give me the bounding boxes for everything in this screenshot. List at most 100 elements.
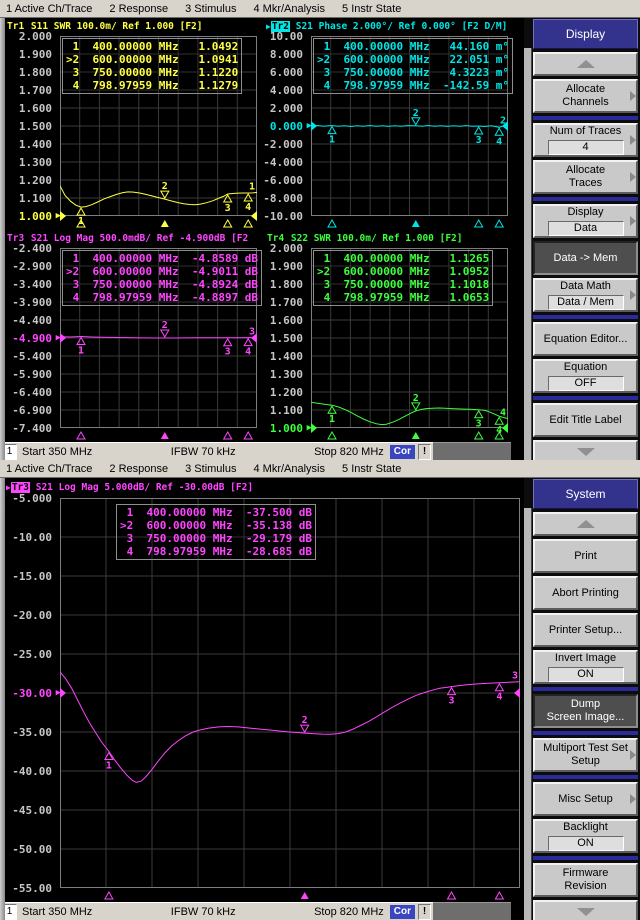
y-axis-ticks: 10.00 8.000 6.000 4.000 2.000 0.000 ▶ -2.000 -4.… bbox=[257, 30, 312, 230]
y-tick-label: 1.300 bbox=[18, 155, 52, 169]
scroll-down-icon bbox=[576, 448, 595, 456]
stop-frequency-label: Stop 820 MHz bbox=[314, 445, 384, 458]
softkey-scroll-down-button[interactable] bbox=[533, 900, 638, 920]
y-tick-label: 1.600 bbox=[18, 101, 52, 115]
y-tick-label: -5.000 bbox=[12, 491, 52, 505]
menu-item-4-mkr-analysis[interactable]: 4 Mkr/Analysis bbox=[253, 463, 325, 475]
status-row-bottom: 1 Start 350 MHz IFBW 70 kHz Stop 820 MHz Cor… bbox=[0, 902, 524, 920]
menu-item-5-instr-state[interactable]: 5 Instr State bbox=[342, 463, 401, 475]
y-tick-label: 0.000 ▶ bbox=[269, 119, 312, 133]
y-tick-label: -3.900 bbox=[12, 295, 52, 309]
svg-text:1: 1 bbox=[78, 216, 84, 227]
ifbw-label: IFBW 70 kHz bbox=[170, 445, 236, 458]
stop-frequency-label: Stop 820 MHz bbox=[314, 905, 384, 918]
softkey-equation[interactable]: Equation OFF bbox=[533, 359, 638, 393]
marker-row-1: 1 400.00000 MHz -37.500 dB bbox=[120, 506, 313, 519]
svg-text:3: 3 bbox=[448, 696, 454, 707]
status-row-top: 1 Start 350 MHz IFBW 70 kHz Stop 820 MHz Cor… bbox=[0, 442, 524, 460]
y-tick-label: -20.00 bbox=[12, 608, 52, 622]
y-tick-label: 1.900 bbox=[18, 47, 52, 61]
y-tick-label: -40.00 bbox=[12, 764, 52, 778]
alert-indicator: ! bbox=[418, 443, 432, 460]
y-tick-label: 4.000 bbox=[269, 83, 303, 97]
marker-table: 1 400.00000 MHz -4.8589 dB >2 600.00000 M… bbox=[62, 250, 263, 306]
y-axis-ticks: 2.000 1.900 1.800 1.700 1.600 1.500 1.400 1.300… bbox=[6, 30, 61, 230]
marker-row-1: 1 400.00000 MHz 1.0492 bbox=[66, 40, 239, 53]
y-tick-label: 1.100 bbox=[18, 191, 52, 205]
softkey-dump-screen-image[interactable]: Dump Screen Image... bbox=[533, 694, 638, 728]
svg-text:3: 3 bbox=[476, 135, 482, 146]
softkey-print[interactable]: Print bbox=[533, 539, 638, 573]
softkey-display[interactable]: Display Data bbox=[533, 204, 638, 238]
softkey-separator bbox=[533, 116, 638, 120]
plot-area: 1 2 3 4 1 1 400.00000 MHz 1.0492 >2 600.00000… bbox=[60, 34, 257, 230]
marker-row-1: 1 400.00000 MHz -4.8589 dB bbox=[66, 252, 259, 265]
softkey-menu-system: System Print Abort Printing Printer Setup..… bbox=[524, 478, 640, 920]
lcd-screen-top: Tr1 S11 SWR 100.0m/ Ref 1.000 [F2] ▶Tr2 … bbox=[0, 18, 524, 460]
y-tick-label: -15.00 bbox=[12, 569, 52, 583]
y-tick-label: 1.200 bbox=[18, 173, 52, 187]
y-tick-label: 1.000 ▶ bbox=[269, 421, 312, 435]
menu-item-3-stimulus[interactable]: 3 Stimulus bbox=[185, 463, 236, 475]
softkey-scroll-up-button[interactable] bbox=[533, 512, 638, 536]
bottom-body: ▶Tr3 S21 Log Mag 5.000dB/ Ref -30.00dB [… bbox=[0, 478, 640, 920]
y-tick-label: 1.000 ▶ bbox=[18, 209, 61, 223]
softkey-printer-setup[interactable]: Printer Setup... bbox=[533, 613, 638, 647]
softkey-value-off: OFF bbox=[547, 376, 624, 391]
menu-item-5-instr-state[interactable]: 5 Instr State bbox=[342, 3, 401, 15]
menu-item-3-stimulus[interactable]: 3 Stimulus bbox=[185, 3, 236, 15]
svg-text:1: 1 bbox=[249, 181, 255, 192]
y-tick-label: -45.00 bbox=[12, 803, 52, 817]
softkey-firmware-revision[interactable]: Firmware Revision bbox=[533, 863, 638, 897]
y-tick-label: 1.900 bbox=[269, 259, 303, 273]
y-tick-label: 1.300 bbox=[269, 367, 303, 381]
screen-bezel bbox=[0, 478, 5, 920]
softkey-equation-editor[interactable]: Equation Editor... bbox=[533, 322, 638, 356]
softkey-separator bbox=[533, 687, 638, 691]
menu-bar: 1 Active Ch/Trace 2 Response 3 Stimulus 4 M… bbox=[0, 460, 640, 478]
menu-item-2-response[interactable]: 2 Response bbox=[109, 3, 168, 15]
y-tick-label: -6.000 bbox=[263, 173, 303, 187]
trace-title-text: S21 Phase 2.000°/ Ref 0.000° [F2 D/M] bbox=[290, 20, 508, 32]
softkey-misc-setup[interactable]: Misc Setup bbox=[533, 782, 638, 816]
submenu-arrow-icon bbox=[630, 750, 636, 760]
softkey-allocate-channels[interactable]: Allocate Channels bbox=[533, 79, 638, 113]
softkey-edit-title-label[interactable]: Edit Title Label bbox=[533, 403, 638, 437]
menu-item-2-response[interactable]: 2 Response bbox=[109, 463, 168, 475]
marker-row-3: 3 750.00000 MHz 4.3223 m° bbox=[317, 66, 510, 79]
softkey-invert-image[interactable]: Invert Image ON bbox=[533, 650, 638, 684]
menu-item-1-active-ch-trace[interactable]: 1 Active Ch/Trace bbox=[6, 463, 92, 475]
svg-text:1: 1 bbox=[106, 761, 112, 772]
softkey-multiport-test-set-setup[interactable]: Multiport Test Set Setup bbox=[533, 738, 638, 772]
softkey-data-mem[interactable]: Data -> Mem bbox=[533, 241, 638, 275]
y-tick-label: 1.100 bbox=[269, 403, 303, 417]
svg-text:4: 4 bbox=[245, 347, 251, 358]
softkey-label: Screen Image... bbox=[546, 711, 625, 723]
softkey-backlight[interactable]: Backlight ON bbox=[533, 819, 638, 853]
marker-row-2: >2 600.00000 MHz -4.9011 dB bbox=[66, 265, 259, 278]
marker-row-4: 4 798.97959 MHz 1.1279 bbox=[66, 79, 239, 92]
softkey-scroll-down-button[interactable] bbox=[533, 440, 638, 460]
svg-text:3: 3 bbox=[225, 203, 231, 214]
y-tick-label: -3.400 bbox=[12, 277, 52, 291]
y-tick-label: -5.400 bbox=[12, 349, 52, 363]
softkey-separator bbox=[533, 197, 638, 201]
marker-row-3: 3 750.00000 MHz -4.8924 dB bbox=[66, 278, 259, 291]
marker-row-4: 4 798.97959 MHz -142.59 m° bbox=[317, 79, 510, 92]
lcd-screen-bottom: ▶Tr3 S21 Log Mag 5.000dB/ Ref -30.00dB [… bbox=[0, 478, 524, 920]
scroll-down-icon bbox=[576, 908, 595, 916]
softkey-allocate-traces[interactable]: Allocate Traces bbox=[533, 160, 638, 194]
menu-item-4-mkr-analysis[interactable]: 4 Mkr/Analysis bbox=[253, 3, 325, 15]
softkey-data-math[interactable]: Data Math Data / Mem bbox=[533, 278, 638, 312]
chart-tr3-logmag: -2.400 -2.900 -3.400 -3.900 -4.400 -4.900 ▶ -5.… bbox=[6, 242, 263, 442]
y-tick-label: 2.000 bbox=[18, 29, 52, 43]
marker-table: 1 400.00000 MHz 44.160 m° >2 600.00000 MH… bbox=[313, 38, 514, 94]
softkey-value-data-mem: Data / Mem bbox=[547, 295, 624, 310]
y-tick-label: 1.200 bbox=[269, 385, 303, 399]
softkey-num-of-traces[interactable]: Num of Traces 4 bbox=[533, 123, 638, 157]
y-tick-label: 6.000 bbox=[269, 65, 303, 79]
softkey-value-data: Data bbox=[547, 221, 624, 236]
menu-item-1-active-ch-trace[interactable]: 1 Active Ch/Trace bbox=[6, 3, 92, 15]
softkey-scroll-up-button[interactable] bbox=[533, 52, 638, 76]
softkey-abort-printing[interactable]: Abort Printing bbox=[533, 576, 638, 610]
